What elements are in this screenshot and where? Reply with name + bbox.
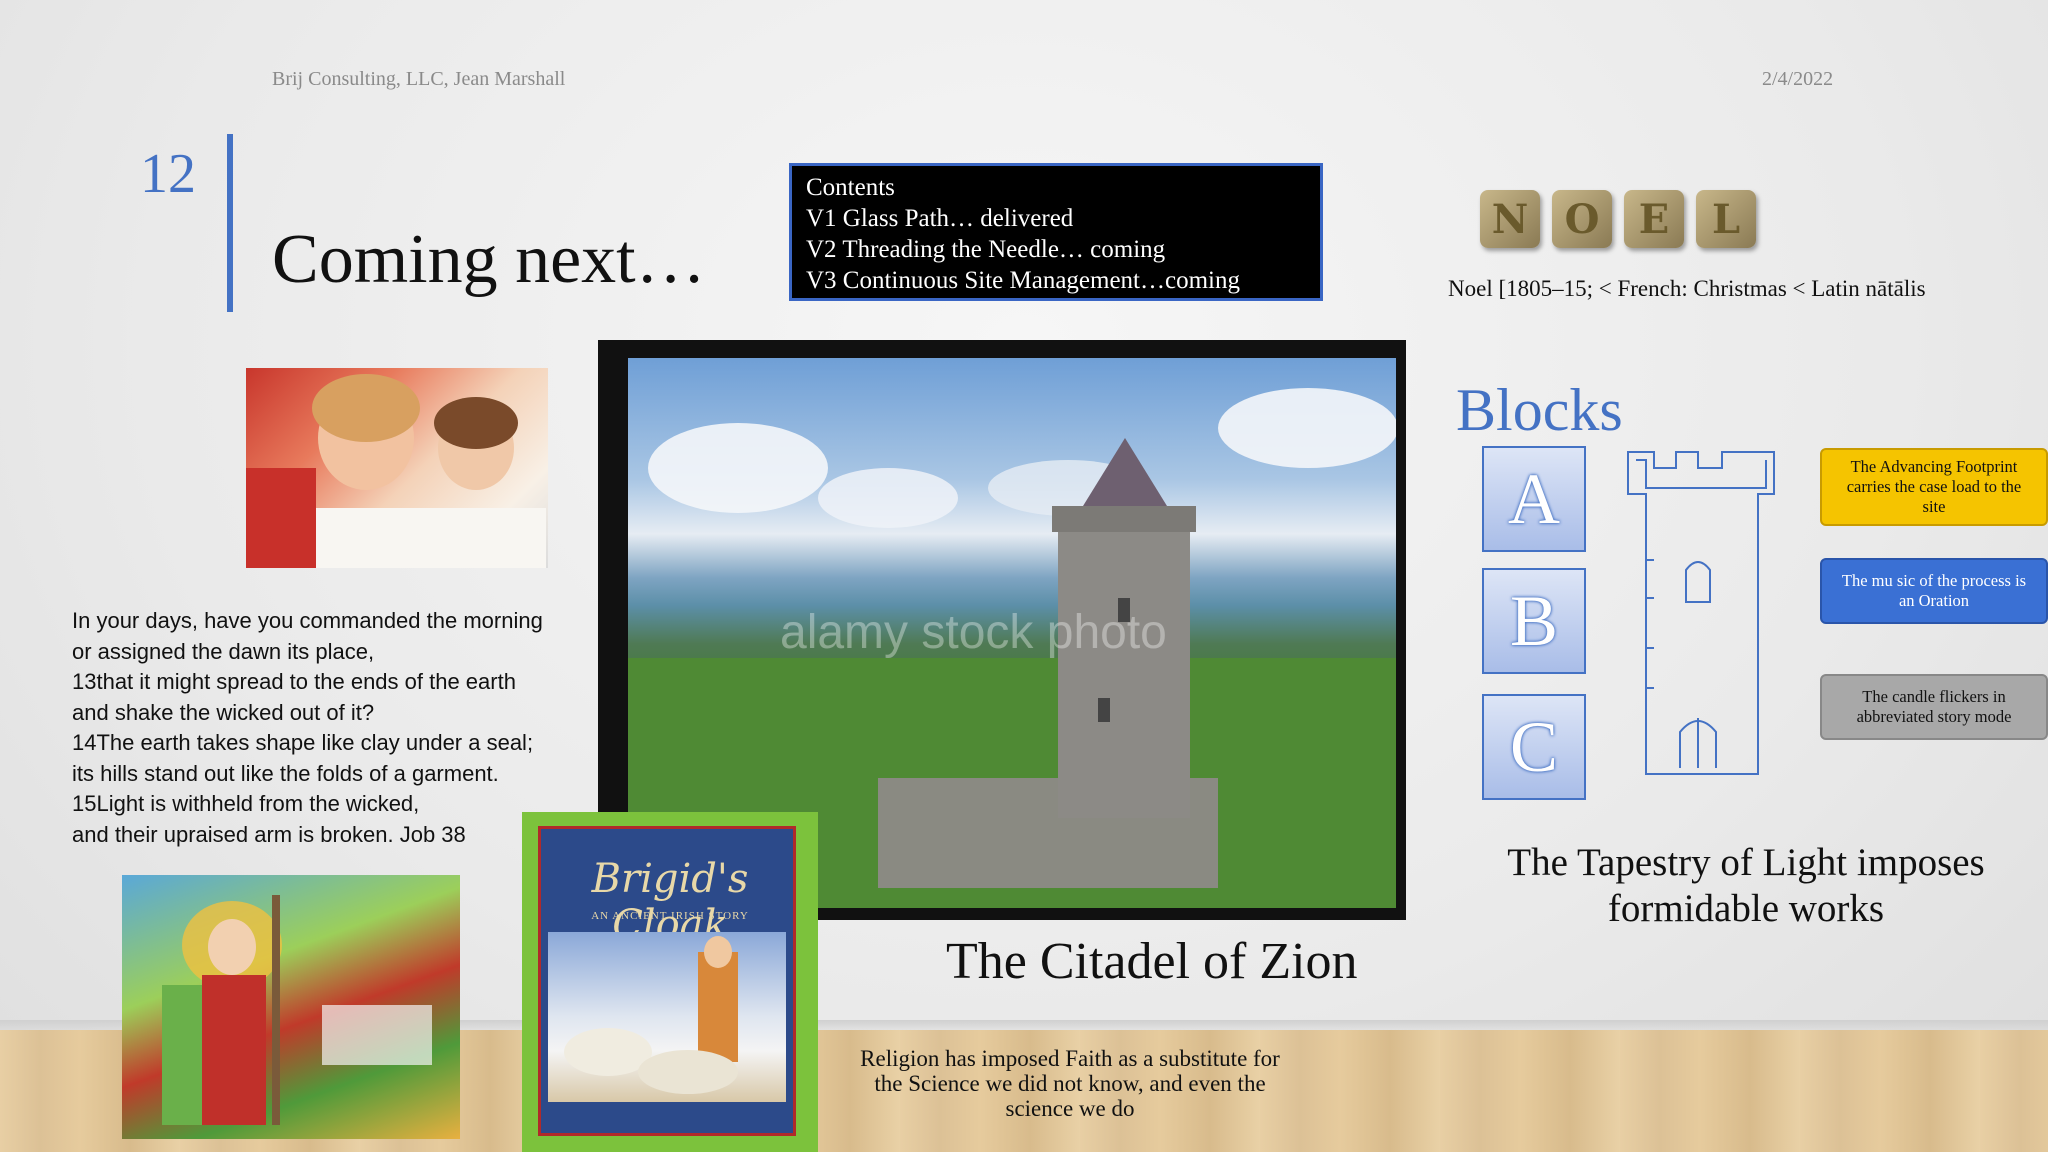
scripture-line: or assigned the dawn its place,	[72, 638, 375, 664]
child-writing-illustration	[246, 374, 546, 568]
block-c: C	[1482, 694, 1586, 800]
blocks-heading: Blocks	[1456, 377, 1623, 443]
title-accent-bar	[227, 134, 233, 312]
scroll-candle-flickers: The candle flickers in abbreviated story…	[1820, 674, 2048, 740]
noel-blocks: N O E L	[1480, 190, 1756, 248]
contents-heading: Contents	[806, 174, 895, 201]
book-illustration	[564, 936, 738, 1094]
book-cover-scene	[548, 932, 786, 1102]
scroll-music-process: The mu sic of the process is an Oration	[1820, 558, 2048, 624]
header-date: 2/4/2022	[1762, 68, 1834, 90]
st-brigid-painting	[122, 875, 460, 1139]
scripture-line: and their upraised arm is broken. Job 38	[72, 821, 466, 847]
scripture-line: In your days, have you commanded the mor…	[72, 608, 543, 633]
noel-definition: Noel [1805–15; < French: Christmas < Lat…	[1448, 276, 1926, 301]
contents-box: Contents V1 Glass Path… delivered V2 Thr…	[789, 163, 1323, 301]
contents-item: V1 Glass Path… delivered	[806, 205, 1074, 232]
scripture-line: 15Light is withheld from the wicked,	[72, 791, 420, 816]
noel-block-n: N	[1480, 190, 1540, 248]
st-brigid-illustration	[162, 895, 432, 1125]
slide-number: 12	[140, 143, 196, 205]
scroll-advancing-footprint: The Advancing Footprint carries the case…	[1820, 448, 2048, 526]
tapestry-caption: The Tapestry of Light imposes formidable…	[1507, 841, 1985, 930]
scripture-line: and shake the wicked out of it?	[72, 699, 375, 725]
photo-watermark: alamy stock photo	[780, 606, 1167, 659]
tower-icon	[1626, 448, 1776, 782]
scripture-passage: In your days, have you commanded the mor…	[72, 606, 592, 850]
block-a: A	[1482, 446, 1586, 552]
castle-caption: The Citadel of Zion	[946, 933, 1358, 990]
noel-block-l: L	[1696, 190, 1756, 248]
contents-item: V3 Continuous Site Management…coming	[806, 267, 1240, 294]
religion-caption: Religion has imposed Faith as a substitu…	[860, 1046, 1280, 1121]
child-writing-photo	[246, 368, 548, 568]
contents-item: V2 Threading the Needle… coming	[806, 236, 1166, 263]
noel-block-e: E	[1624, 190, 1684, 248]
scripture-line: 13that it might spread to the ends of th…	[72, 669, 516, 694]
header-author: Brij Consulting, LLC, Jean Marshall	[272, 68, 566, 90]
scripture-line: its hills stand out like the folds of a …	[72, 760, 499, 786]
block-b: B	[1482, 568, 1586, 674]
scripture-line: 14The earth takes shape like clay under …	[72, 730, 534, 755]
slide-title: Coming next…	[272, 221, 706, 298]
book-subtitle: AN ANCIENT IRISH STORY	[591, 910, 749, 922]
noel-block-o: O	[1552, 190, 1612, 248]
